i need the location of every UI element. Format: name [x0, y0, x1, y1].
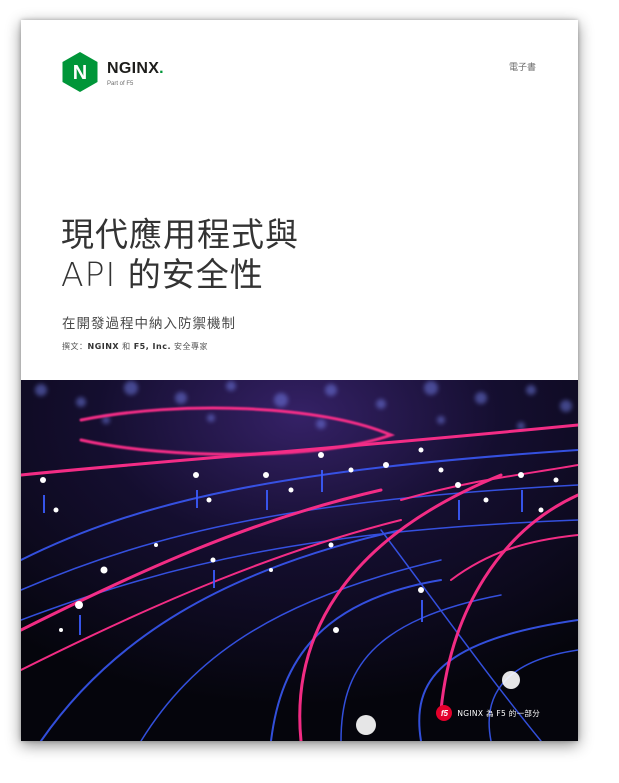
f5-attribution: f5 NGINX 為 F5 的一部分: [436, 705, 540, 721]
cover-subtitle: 在開發過程中納入防禦機制: [62, 316, 236, 332]
light-streaks-image: [21, 380, 578, 741]
ebook-cover: N NGINX. Part of F5 電子書 現代應用程式與 API 的安全性…: [21, 20, 578, 741]
title-line-2: API 的安全性: [61, 255, 264, 294]
logo-tagline: Part of F5: [107, 81, 134, 87]
cover-title: 現代應用程式與 API 的安全性: [61, 215, 299, 295]
cover-artwork: f5 NGINX 為 F5 的一部分: [21, 380, 578, 741]
document-type-label: 電子書: [508, 63, 536, 73]
title-line-1: 現代應用程式與: [61, 215, 299, 254]
author-line: 撰文：NGINX 和 F5, Inc. 安全專家: [62, 342, 209, 351]
nginx-logo-letter: N: [73, 62, 87, 84]
f5-logo-icon: f5: [436, 705, 453, 721]
nginx-hexagon-icon: N: [62, 52, 98, 92]
nginx-logo: N NGINX. Part of F5: [61, 51, 211, 99]
f5-attribution-text: NGINX 為 F5 的一部分: [457, 708, 540, 718]
nginx-wordmark: NGINX.: [107, 60, 164, 77]
